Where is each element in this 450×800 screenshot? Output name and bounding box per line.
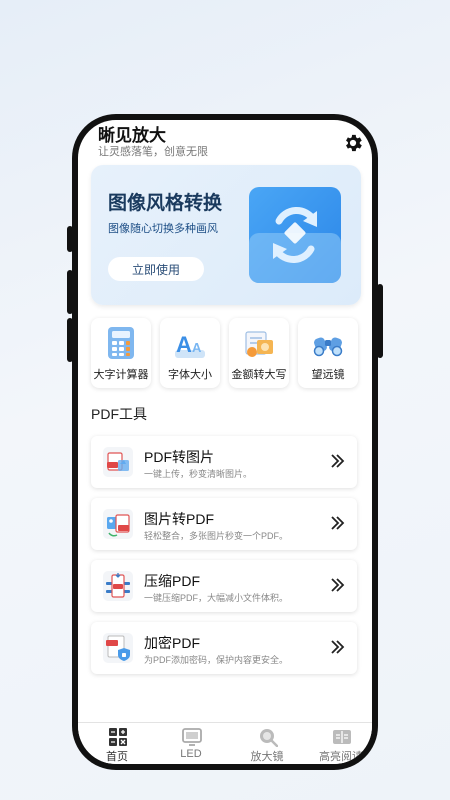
double-chevron-right-icon bbox=[331, 454, 345, 468]
banner-title: 图像风格转换 bbox=[108, 193, 223, 214]
pdf-tool-desc: 轻松整合，多张图片秒变一个PDF。 bbox=[144, 531, 289, 541]
pdf-tool-desc: 一键压缩PDF，大幅减小文件体积。 bbox=[144, 593, 289, 603]
use-now-button[interactable]: 立即使用 bbox=[108, 257, 204, 281]
tab-highlight-reading[interactable]: 高亮阅读 bbox=[306, 723, 372, 764]
gear-icon[interactable] bbox=[342, 132, 364, 154]
image-to-pdf-card[interactable]: 图片转PDF 轻松整合，多张图片秒变一个PDF。 bbox=[91, 498, 357, 550]
pdf-section-title: PDF工具 bbox=[91, 406, 147, 422]
amount-convert-icon bbox=[245, 331, 273, 357]
pdf-tool-name: 加密PDF bbox=[144, 635, 200, 651]
binoculars-icon bbox=[313, 337, 343, 357]
svg-text:A: A bbox=[192, 340, 202, 355]
tab-label: 高亮阅读 bbox=[319, 751, 363, 763]
book-icon bbox=[333, 730, 351, 744]
double-chevron-right-icon bbox=[331, 640, 345, 654]
calculator-icon bbox=[108, 327, 134, 359]
banner-subtitle: 图像随心切换多种画风 bbox=[108, 223, 218, 235]
tool-amount-convert[interactable]: 金额转大写 bbox=[229, 318, 289, 388]
tool-binoculars[interactable]: 望远镜 bbox=[298, 318, 358, 388]
tab-label: LED bbox=[180, 748, 202, 760]
encrypt-pdf-icon bbox=[103, 633, 133, 663]
svg-text:A: A bbox=[176, 332, 192, 357]
tool-label: 字体大小 bbox=[168, 369, 212, 381]
led-screen-icon bbox=[182, 728, 202, 746]
pdf-tool-name: 图片转PDF bbox=[144, 511, 214, 527]
tool-label: 大字计算器 bbox=[93, 369, 149, 381]
app-subtitle: 让灵感落笔，创意无限 bbox=[98, 146, 208, 158]
app-screen: 晰见放大 让灵感落笔，创意无限 图像风格转换 图像随心切换多种画风 立即使用 大… bbox=[78, 120, 372, 764]
tab-label: 放大镜 bbox=[250, 751, 284, 763]
pdf-tool-desc: 为PDF添加密码，保护内容更安全。 bbox=[144, 655, 289, 665]
image-convert-icon bbox=[249, 187, 341, 283]
double-chevron-right-icon bbox=[331, 578, 345, 592]
bottom-tab-bar: 首页 LED 放大镜 高亮阅读 bbox=[78, 722, 372, 764]
tab-led[interactable]: LED bbox=[156, 723, 226, 764]
tool-font-size[interactable]: A A 字体大小 bbox=[160, 318, 220, 388]
phone-frame: 晰见放大 让灵感落笔，创意无限 图像风格转换 图像随心切换多种画风 立即使用 大… bbox=[72, 114, 378, 770]
tab-home[interactable]: 首页 bbox=[82, 723, 152, 764]
compress-pdf-icon bbox=[103, 571, 133, 601]
tool-label: 金额转大写 bbox=[231, 369, 287, 381]
pdf-tool-name: PDF转图片 bbox=[144, 449, 214, 465]
double-chevron-right-icon bbox=[331, 516, 345, 530]
tool-label: 望远镜 bbox=[311, 369, 345, 381]
magnifier-icon bbox=[260, 729, 278, 747]
encrypt-pdf-card[interactable]: 加密PDF 为PDF添加密码，保护内容更安全。 bbox=[91, 622, 357, 674]
compress-pdf-card[interactable]: 压缩PDF 一键压缩PDF，大幅减小文件体积。 bbox=[91, 560, 357, 612]
tool-big-calculator[interactable]: 大字计算器 bbox=[91, 318, 151, 388]
tab-magnifier[interactable]: 放大镜 bbox=[232, 723, 302, 764]
pdf-to-image-icon bbox=[103, 447, 133, 477]
font-size-icon: A A bbox=[175, 332, 205, 358]
tab-label: 首页 bbox=[106, 751, 128, 763]
style-convert-banner[interactable]: 图像风格转换 图像随心切换多种画风 立即使用 bbox=[91, 165, 361, 305]
image-to-pdf-icon bbox=[103, 509, 133, 539]
pdf-tool-name: 压缩PDF bbox=[144, 573, 200, 589]
pdf-to-image-card[interactable]: PDF转图片 一键上传，秒变清晰图片。 bbox=[91, 436, 357, 488]
pdf-tool-desc: 一键上传，秒变清晰图片。 bbox=[144, 469, 253, 479]
home-grid-icon bbox=[109, 728, 127, 746]
